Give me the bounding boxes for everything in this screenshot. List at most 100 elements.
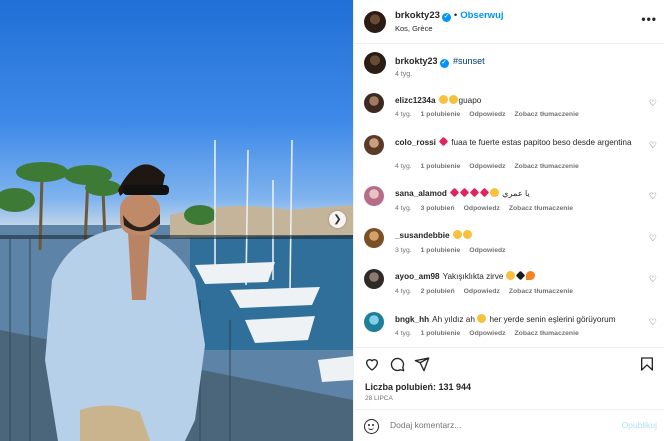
heart-eyes-emoji-icon <box>452 230 462 239</box>
comment-time[interactable]: 3 tyg. <box>395 247 412 254</box>
heart-eyes-emoji-icon <box>448 95 458 104</box>
header-username[interactable]: brkokty23 <box>395 10 440 21</box>
caption-time[interactable]: 4 tyg. <box>395 71 412 78</box>
comment-time[interactable]: 4 tyg. <box>395 205 412 212</box>
reply-button[interactable]: Odpowiedz <box>464 205 500 212</box>
heart-icon[interactable]: ♡ <box>649 274 657 285</box>
comment-text: her yerde senin eşlerini görüyorum <box>489 315 616 324</box>
comment-body: bngk_hh Ah yıldız ah her yerde senin eşle… <box>395 314 635 325</box>
reply-button[interactable]: Odpowiedz <box>469 111 505 118</box>
translate-button[interactable]: Zobacz tłumaczenie <box>515 111 579 118</box>
post-comment-button[interactable]: Opublikuj <box>622 420 657 430</box>
red-heart-emoji-icon <box>438 136 449 147</box>
comment-meta: 3 tyg. 1 polubienie Odpowiedz <box>395 247 515 254</box>
bookmark-icon-svg <box>641 357 653 371</box>
avatar[interactable] <box>364 228 384 248</box>
comment-meta: 4 tyg. 2 polubień Odpowiedz Zobacz tłumacze… <box>395 288 582 295</box>
comment-likes[interactable]: 1 polubienie <box>421 247 461 254</box>
avatar[interactable] <box>364 269 384 289</box>
comment-username[interactable]: _susandebbie <box>395 231 450 240</box>
post-header: brkokty23 ✓ • Obserwuj Kos, Grèce ••• <box>354 0 664 44</box>
comment-text: fuaa te fuerte estas papitoo beso desde … <box>451 138 632 147</box>
reply-button[interactable]: Odpowiedz <box>469 247 505 254</box>
avatar[interactable] <box>364 135 384 155</box>
heart-icon[interactable] <box>364 356 380 372</box>
translate-button[interactable]: Zobacz tłumaczenie <box>509 205 573 212</box>
caption-hashtag[interactable]: #sunset <box>453 56 485 66</box>
comment-body: colo_rossi fuaa te fuerte estas papitoo … <box>395 136 635 148</box>
comment-text: Yakışıklıkta zirve <box>442 272 504 281</box>
bookmark-icon[interactable] <box>639 356 655 372</box>
translate-button[interactable]: Zobacz tłumaczenie <box>515 163 579 170</box>
comment-likes[interactable]: 1 polubienie <box>421 111 461 118</box>
comment-username[interactable]: colo_rossi <box>395 138 436 147</box>
follow-button[interactable]: Obserwuj <box>460 10 503 21</box>
red-heart-emoji-icon <box>469 187 480 198</box>
heart-eyes-emoji-icon <box>438 95 448 104</box>
heart-icon[interactable]: ♡ <box>649 191 657 202</box>
comment-meta: 4 tyg. 3 polubień Odpowiedz Zobacz tłumacze… <box>395 205 582 212</box>
translate-button[interactable]: Zobacz tłumaczenie <box>509 288 573 295</box>
comment-username[interactable]: bngk_hh <box>395 315 429 324</box>
post-actions: Liczba polubień: 131 944 28 LIPCA Opubli… <box>354 347 664 441</box>
comment-icon-svg <box>390 357 405 372</box>
reply-button[interactable]: Odpowiedz <box>469 163 505 170</box>
comment-time[interactable]: 4 tyg. <box>395 163 412 170</box>
reply-button[interactable]: Odpowiedz <box>469 330 505 337</box>
comment-username[interactable]: elizc1234a <box>395 96 436 105</box>
comment-input[interactable] <box>390 420 590 430</box>
comment-meta: 4 tyg. 1 polubienie Odpowiedz Zobacz tłumac… <box>395 163 588 170</box>
post-photo[interactable]: ❯ <box>0 0 353 441</box>
avatar[interactable] <box>364 186 384 206</box>
comment-meta: 4 tyg. 1 polubienie Odpowiedz Zobacz tłumac… <box>395 111 588 118</box>
red-heart-emoji-icon <box>479 187 490 198</box>
avatar[interactable] <box>364 312 384 332</box>
avatar[interactable] <box>364 11 386 33</box>
comment-time[interactable]: 4 tyg. <box>395 111 412 118</box>
heart-icon[interactable]: ♡ <box>649 317 657 328</box>
emoji-icon[interactable] <box>364 419 379 434</box>
translate-button[interactable]: Zobacz tłumaczenie <box>515 330 579 337</box>
avatar[interactable] <box>364 93 384 113</box>
header-user-line: brkokty23 ✓ • Obserwuj <box>395 10 504 22</box>
comment-username[interactable]: ayoo_am98 <box>395 272 440 281</box>
heart-icon-svg <box>365 359 379 371</box>
verified-icon: ✓ <box>441 13 451 22</box>
comment-meta: 4 tyg. 1 polubienie Odpowiedz Zobacz tłumac… <box>395 330 588 337</box>
location-link[interactable]: Kos, Grèce <box>395 24 433 33</box>
comment-time[interactable]: 4 tyg. <box>395 288 412 295</box>
reply-button[interactable]: Odpowiedz <box>464 288 500 295</box>
comment-text: يا عمري <box>502 189 530 198</box>
comment-body: sana_alamod يا عمري <box>395 187 635 199</box>
post-panel: brkokty23 ✓ • Obserwuj Kos, Grèce ••• brkok… <box>353 0 664 441</box>
separator: • <box>453 10 458 21</box>
caption-username[interactable]: brkokty23 <box>395 56 438 66</box>
comment-likes[interactable]: 3 polubień <box>421 205 455 212</box>
comment-body: elizc1234a guapo <box>395 95 635 106</box>
more-icon[interactable]: ••• <box>641 12 657 26</box>
post-date[interactable]: 28 LIPCA <box>365 395 393 402</box>
heart-eyes-emoji-icon <box>462 230 472 239</box>
chevron-right-icon[interactable]: ❯ <box>329 211 346 228</box>
comment-likes[interactable]: 2 polubień <box>421 288 455 295</box>
comment-username[interactable]: sana_alamod <box>395 189 447 198</box>
comment-icon[interactable] <box>389 356 405 372</box>
share-icon[interactable] <box>414 356 430 372</box>
heart-icon[interactable]: ♡ <box>649 98 657 109</box>
comment-text: Ah yıldız ah <box>432 315 475 324</box>
comment-body: ayoo_am98 Yakışıklıkta zirve <box>395 270 635 282</box>
comment-time[interactable]: 4 tyg. <box>395 330 412 337</box>
avatar[interactable] <box>364 52 386 74</box>
photo-scene <box>0 139 353 441</box>
caption-line: brkokty23 ✓ #sunset <box>395 56 485 68</box>
red-heart-emoji-icon <box>449 187 460 198</box>
heart-icon[interactable]: ♡ <box>649 140 657 151</box>
share-icon-svg <box>414 357 430 372</box>
sad-emoji-icon <box>477 314 487 323</box>
heart-icon[interactable]: ♡ <box>649 233 657 244</box>
black-heart-emoji-icon <box>515 270 525 281</box>
likes-count[interactable]: Liczba polubień: 131 944 <box>365 382 471 392</box>
heart-eyes-emoji-icon <box>505 271 515 280</box>
comment-likes[interactable]: 1 polubienie <box>421 163 461 170</box>
comment-likes[interactable]: 1 polubienie <box>421 330 461 337</box>
